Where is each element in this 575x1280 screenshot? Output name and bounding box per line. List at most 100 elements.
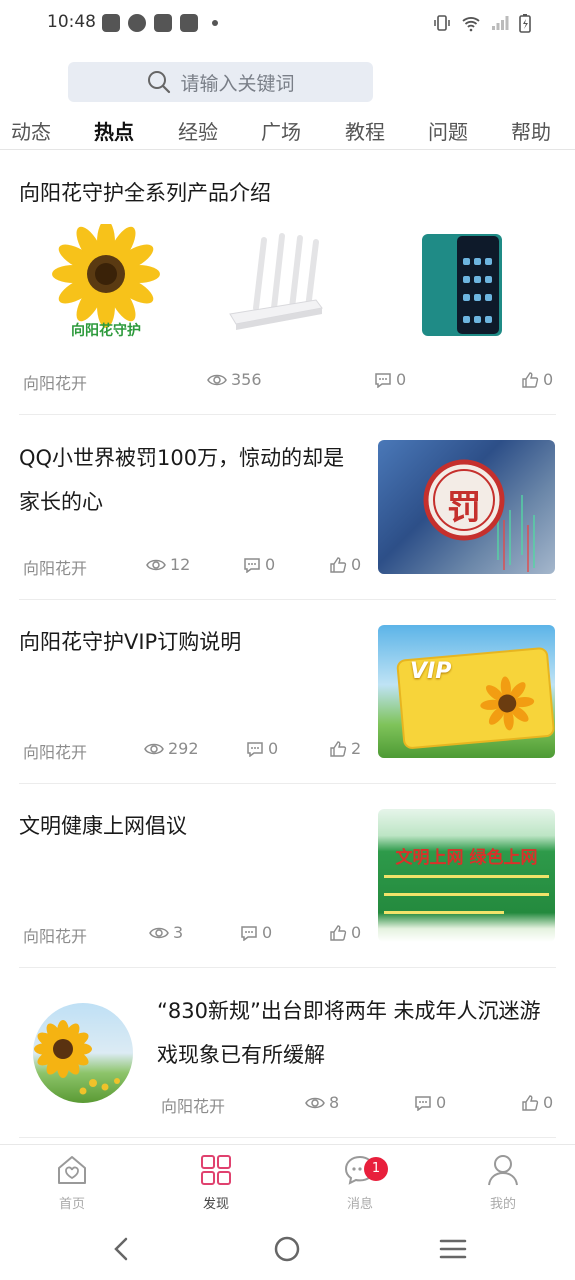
nav-discover-label: 发现 <box>202 1197 229 1212</box>
author-name: 向阳花开 <box>23 927 88 946</box>
router-image <box>216 224 336 344</box>
feed-item-title[interactable]: 向阳花守护全系列产品介绍 <box>19 171 271 215</box>
like-count[interactable]: 0 <box>521 1093 553 1112</box>
comment-icon <box>415 1095 431 1111</box>
home-icon <box>58 1156 86 1184</box>
comment-icon <box>241 925 257 941</box>
nav-messages-label: 消息 <box>346 1197 373 1212</box>
menu-icon[interactable] <box>439 1237 467 1261</box>
decorative-line <box>384 893 549 896</box>
thumbs-up-icon <box>522 371 539 388</box>
status-notification-icons <box>102 14 218 32</box>
comment-count[interactable]: 0 <box>246 739 278 758</box>
thumbs-up-icon <box>330 740 347 757</box>
author-name: 向阳花开 <box>23 743 88 762</box>
nav-profile[interactable]: 我的 <box>463 1153 543 1212</box>
comment-count-value: 0 <box>265 555 276 574</box>
search-icon <box>148 71 171 94</box>
nav-discover[interactable]: 发现 <box>176 1153 256 1212</box>
feed-item-author: 向阳花开 <box>23 370 87 394</box>
view-count-value: 356 <box>231 370 262 389</box>
status-time: 10:48 <box>47 12 96 32</box>
feed-item-title[interactable]: “830新规”出台即将两年 未成年人沉迷游戏现象已有所缓解 <box>157 989 557 1077</box>
compass-app-icon <box>128 14 146 32</box>
view-count: 12 <box>146 555 190 574</box>
like-count[interactable]: 2 <box>329 739 361 758</box>
nav-home[interactable]: 首页 <box>32 1153 112 1212</box>
civilized-internet-image: 文明上网 绿色上网 <box>378 809 555 942</box>
like-count[interactable]: 0 <box>521 370 553 389</box>
tab-wenti[interactable]: 问题 <box>428 116 468 145</box>
comment-icon <box>244 557 260 573</box>
thumbs-up-icon <box>330 556 347 573</box>
author-name: 向阳花开 <box>23 559 88 578</box>
grid-icon <box>201 1155 231 1185</box>
tab-jingyan[interactable]: 经验 <box>178 116 218 145</box>
back-icon[interactable] <box>110 1236 132 1262</box>
vip-card-image: VIP <box>378 625 555 758</box>
view-count-value: 292 <box>168 739 199 758</box>
feed-item-author: 向阳花开 <box>23 555 87 579</box>
comment-count-value: 0 <box>396 370 407 389</box>
status-bar: 10:48 <box>0 0 575 48</box>
feed-item[interactable]: “830新规”出台即将两年 未成年人沉迷游戏现象已有所缓解 向阳花开 8 0 0 <box>19 968 556 1138</box>
like-count-value: 0 <box>351 555 362 574</box>
tab-dongtai[interactable]: 动态 <box>11 116 51 145</box>
decorative-line <box>384 911 504 914</box>
search-bar[interactable]: 请输入关键词 <box>68 62 373 102</box>
feed-item-title[interactable]: 文明健康上网倡议 <box>19 804 187 848</box>
feed-item[interactable]: 向阳花守护全系列产品介绍 向阳花守护 向阳花开 356 0 0 <box>19 151 556 415</box>
search-placeholder: 请输入关键词 <box>180 72 295 95</box>
eye-icon <box>149 927 169 938</box>
like-count-value: 0 <box>543 1093 554 1112</box>
feed-item[interactable]: 向阳花守护VIP订购说明 VIP 向阳花开 292 0 2 <box>19 600 556 784</box>
feed-item-title[interactable]: QQ小世界被罚100万，惊动的却是家长的心 <box>19 436 359 524</box>
sunflower-avatar-image <box>33 1003 133 1103</box>
fine-stamp-text: 罚 <box>447 488 481 528</box>
like-count-value: 0 <box>543 370 554 389</box>
tab-redian[interactable]: 热点 <box>94 116 134 145</box>
phone-image <box>401 224 521 344</box>
view-count-value: 12 <box>170 555 191 574</box>
system-nav-bar <box>0 1220 575 1280</box>
feed-item[interactable]: 文明健康上网倡议 文明上网 绿色上网 向阳花开 3 0 0 <box>19 784 556 968</box>
user-icon <box>488 1155 518 1186</box>
vivo-app-icon <box>102 14 120 32</box>
feed-item-author: 向阳花开 <box>23 923 87 947</box>
nav-messages[interactable]: 1 消息 <box>320 1153 400 1212</box>
nav-profile-label: 我的 <box>489 1197 516 1212</box>
comment-count[interactable]: 0 <box>374 370 406 389</box>
comment-count-value: 0 <box>436 1093 447 1112</box>
author-name: 向阳花开 <box>161 1097 226 1116</box>
tab-guangchang[interactable]: 广场 <box>261 116 301 145</box>
eye-icon <box>146 559 166 570</box>
home-circle-icon[interactable] <box>273 1235 301 1263</box>
view-count-value: 3 <box>173 923 184 942</box>
wifi-icon <box>462 17 480 32</box>
vibrate-icon <box>434 15 450 31</box>
sunflower-logo-text: 向阳花守护 <box>71 323 141 339</box>
more-dot-icon <box>212 20 218 26</box>
like-count-value: 0 <box>351 923 362 942</box>
tab-jiaocheng[interactable]: 教程 <box>345 116 385 145</box>
mail-app-icon <box>180 14 198 32</box>
feed-item-author: 向阳花开 <box>23 739 87 763</box>
author-name: 向阳花开 <box>23 374 88 393</box>
eye-icon <box>207 374 227 385</box>
comment-count[interactable]: 0 <box>240 923 272 942</box>
like-count[interactable]: 0 <box>329 555 361 574</box>
comment-count[interactable]: 0 <box>243 555 275 574</box>
feed-item-title[interactable]: 向阳花守护VIP订购说明 <box>19 620 241 664</box>
comment-icon <box>375 372 391 388</box>
comment-count[interactable]: 0 <box>414 1093 446 1112</box>
view-count: 3 <box>149 923 183 942</box>
like-count[interactable]: 0 <box>329 923 361 942</box>
bottom-nav: 首页 发现 1 消息 我的 <box>0 1144 575 1220</box>
like-count-value: 2 <box>351 739 362 758</box>
feed-item[interactable]: QQ小世界被罚100万，惊动的却是家长的心 罚 向阳花开 12 0 0 <box>19 415 556 600</box>
tab-bangzhu[interactable]: 帮助 <box>511 116 551 145</box>
eye-icon <box>144 743 164 754</box>
view-count: 292 <box>144 739 199 758</box>
thumbs-up-icon <box>522 1094 539 1111</box>
feed-item-author: 向阳花开 <box>161 1093 225 1117</box>
